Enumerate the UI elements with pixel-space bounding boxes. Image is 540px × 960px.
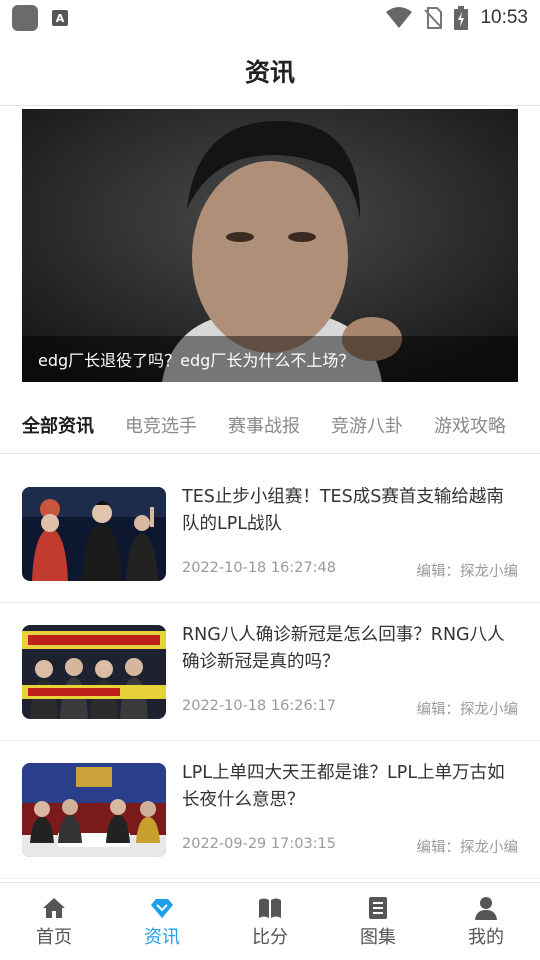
home-icon: [43, 898, 65, 918]
news-date: 2022-09-29 17:03:15: [182, 836, 336, 852]
tab-match-reports[interactable]: 赛事战报: [228, 412, 300, 438]
news-item[interactable]: TES止步小组赛！TES成S赛首支输给越南队的LPL战队 2022-10-18 …: [0, 465, 540, 603]
news-thumbnail: [22, 763, 166, 857]
category-tabs: 全部资讯 电竞选手 赛事战报 竞游八卦 游戏攻略: [0, 396, 540, 454]
news-thumbnail: [22, 625, 166, 719]
nav-label: 首页: [36, 927, 72, 948]
person-icon: [475, 897, 497, 920]
tab-game-guides[interactable]: 游戏攻略: [434, 412, 506, 438]
font-badge-icon: A: [52, 10, 68, 26]
news-thumbnail: [22, 487, 166, 581]
status-bar: A 10:53: [0, 0, 540, 36]
banner-caption: edg厂长退役了吗？edg厂长为什么不上场？: [22, 336, 518, 382]
news-list: TES止步小组赛！TES成S赛首支输给越南队的LPL战队 2022-10-18 …: [0, 465, 540, 879]
bottom-nav: 首页 资讯 比分 图集 我的: [0, 882, 540, 960]
diamond-icon: [151, 899, 173, 918]
nav-news[interactable]: 资讯: [108, 883, 216, 960]
news-editor: 编辑：探龙小编: [416, 564, 519, 580]
nav-label: 我的: [468, 927, 504, 948]
news-title: TES止步小组赛！TES成S赛首支输给越南队的LPL战队: [182, 487, 504, 534]
tab-esports-players[interactable]: 电竞选手: [125, 412, 197, 438]
nav-home[interactable]: 首页: [0, 883, 108, 960]
document-icon: [369, 897, 387, 919]
tab-gossip[interactable]: 竞游八卦: [331, 412, 403, 438]
banner[interactable]: edg厂长退役了吗？edg厂长为什么不上场？: [22, 109, 518, 382]
news-date: 2022-10-18 16:27:48: [182, 560, 336, 576]
nav-label: 图集: [360, 927, 396, 948]
news-editor: 编辑：探龙小编: [416, 702, 519, 718]
battery-charging-icon: [454, 6, 469, 30]
page-title: 资讯: [244, 57, 295, 87]
wifi-icon: [386, 7, 413, 28]
app-notification-icon: [12, 5, 38, 31]
tab-all-news[interactable]: 全部资讯: [22, 412, 94, 438]
book-icon: [259, 898, 281, 918]
news-date: 2022-10-18 16:26:17: [182, 698, 336, 714]
nav-profile[interactable]: 我的: [432, 883, 540, 960]
nav-scores[interactable]: 比分: [216, 883, 324, 960]
news-item[interactable]: RNG八人确诊新冠是怎么回事？RNG八人确诊新冠是真的吗？ 2022-10-18…: [0, 603, 540, 741]
news-title: LPL上单四大天王都是谁？LPL上单万古如长夜什么意思？: [182, 763, 505, 810]
nav-gallery[interactable]: 图集: [324, 883, 432, 960]
news-title: RNG八人确诊新冠是怎么回事？RNG八人确诊新冠是真的吗？: [182, 625, 505, 672]
news-editor: 编辑：探龙小编: [416, 840, 519, 856]
nav-label: 资讯: [144, 927, 180, 948]
no-sim-icon: [424, 7, 443, 29]
title-bar: 资讯: [0, 36, 540, 106]
nav-label: 比分: [252, 927, 288, 948]
status-time: 10:53: [480, 7, 528, 28]
news-item[interactable]: LPL上单四大天王都是谁？LPL上单万古如长夜什么意思？ 2022-09-29 …: [0, 741, 540, 879]
